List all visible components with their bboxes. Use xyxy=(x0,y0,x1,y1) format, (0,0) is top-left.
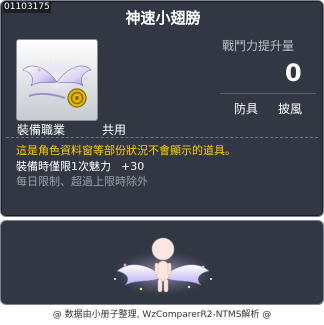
power-label: 戰鬥力提升量 xyxy=(222,39,295,53)
power-value: 0 xyxy=(285,59,302,87)
wing-item-icon xyxy=(22,58,92,108)
item-name: 神速小翅膀 xyxy=(125,9,201,27)
tag-armor: 防具 xyxy=(233,102,258,116)
item-limit: 每日限制、超過上限時除外 xyxy=(16,175,148,188)
footer-credit: @ 数据由小册子整理, WzComparerR2-NTMS解析 @ xyxy=(52,310,272,320)
item-effect: 裝備時僅限1次魅力 +30 xyxy=(16,158,144,174)
effect-text: 裝備時僅限1次魅力 xyxy=(16,160,111,173)
item-tooltip: 01103175 神速小翅膀 戰鬥力提升量 0 防具 披風 裝備職業 共用 這是… xyxy=(0,0,324,217)
power-underline xyxy=(220,93,316,94)
job-label: 裝備職業 xyxy=(17,123,66,137)
job-value: 共用 xyxy=(102,123,127,137)
effect-bonus: +30 xyxy=(121,160,145,173)
tag-cape: 披風 xyxy=(277,102,302,116)
item-icon-frame xyxy=(16,39,98,121)
character-preview-panel xyxy=(0,220,324,305)
divider xyxy=(6,137,318,138)
item-warning: 這是角色資料窗等部份狀況不會顯示的道具。 xyxy=(16,144,236,157)
character-preview xyxy=(114,237,212,295)
